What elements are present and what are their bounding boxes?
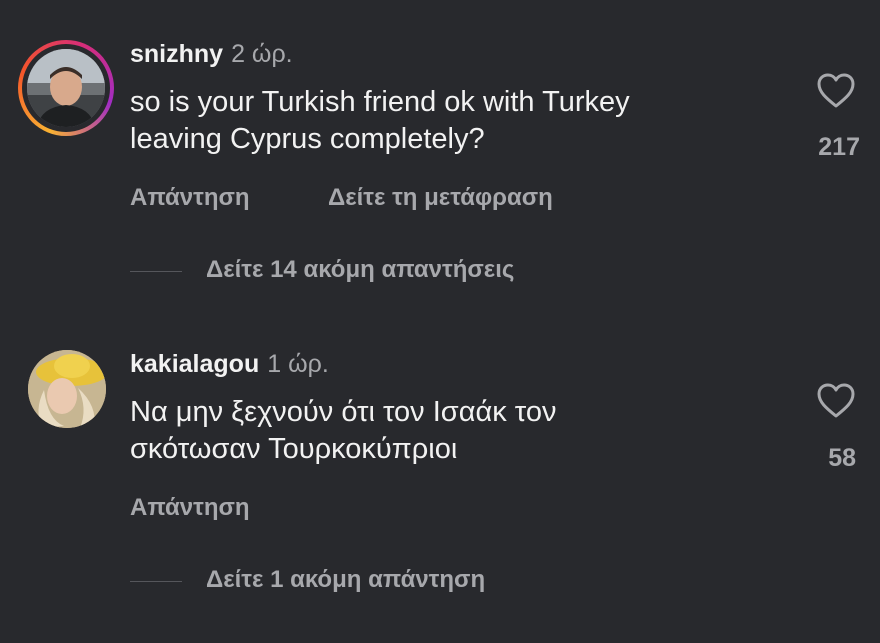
replies-divider [130,581,182,582]
see-translation-button[interactable]: Δείτε τη μετάφραση [328,184,553,212]
view-replies[interactable]: Δείτε 1 ακόμη απάντηση [130,566,690,596]
comment-username[interactable]: snizhny 2 ώρ. [130,40,293,69]
heart-icon[interactable] [816,72,856,110]
avatar[interactable] [28,350,106,428]
user-photo-avatar-icon [28,350,106,428]
like-count: 58 [828,444,856,472]
comment-text-line: so is your Turkish friend ok with Turkey [130,86,630,118]
avatar[interactable] [27,49,105,127]
heart-icon[interactable] [816,382,856,420]
reply-button[interactable]: Απάντηση [130,494,250,522]
user-photo-avatar-icon [27,49,105,127]
comment-text-line: leaving Cyprus completely? [130,123,485,155]
comment-time: 1 ώρ. [267,350,329,378]
view-replies[interactable]: Δείτε 14 ακόμη απαντήσεις [130,256,690,286]
comment-time: 2 ώρ. [231,40,293,68]
comment-username[interactable]: kakialagou 1 ώρ. [130,350,329,379]
view-replies-button[interactable]: Δείτε 1 ακόμη απάντηση [206,566,485,594]
view-replies-button[interactable]: Δείτε 14 ακόμη απαντήσεις [206,256,514,284]
username-text[interactable]: snizhny [130,40,223,68]
comment-text-line: σκότωσαν Τουρκοκύπριοι [130,433,458,465]
comment-text: Να μην ξεχνούν ότι τον Ισαάκ τον σκότωσα… [130,394,780,468]
like-count: 217 [818,133,860,161]
story-ring[interactable] [18,40,114,136]
replies-divider [130,271,182,272]
comment-text-line: Να μην ξεχνούν ότι τον Ισαάκ τον [130,396,557,428]
reply-button[interactable]: Απάντηση [130,184,250,212]
username-text[interactable]: kakialagou [130,350,259,378]
comment-text: so is your Turkish friend ok with Turkey… [130,84,780,158]
